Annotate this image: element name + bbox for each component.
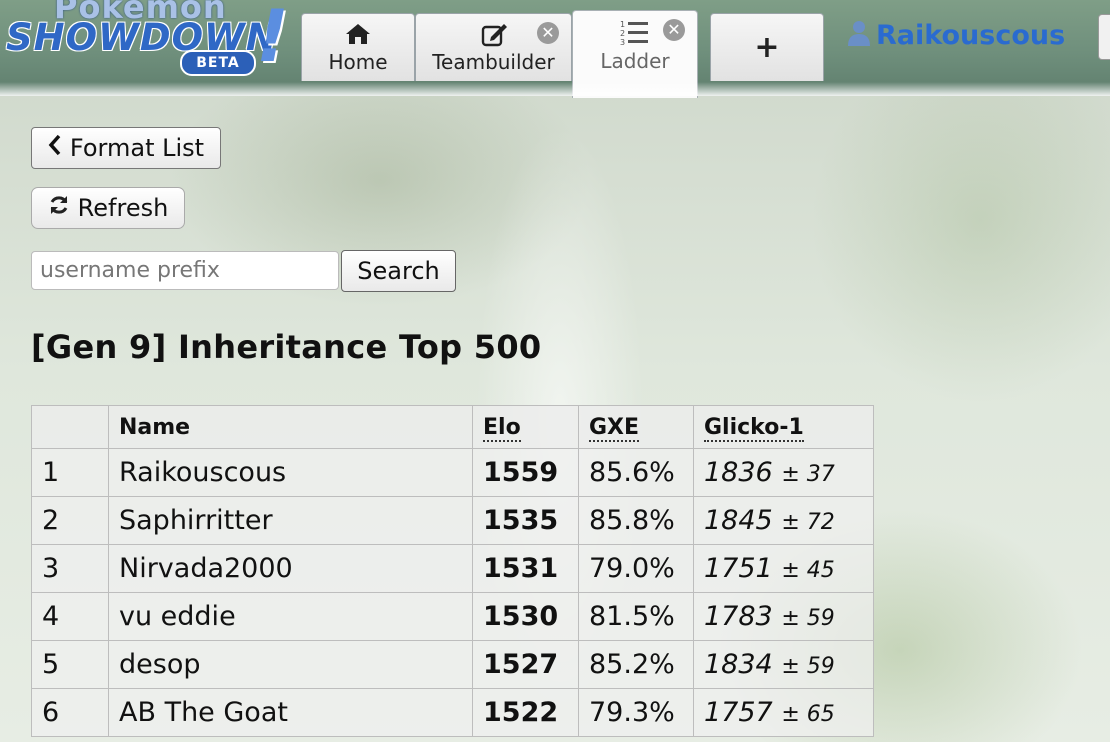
name-cell[interactable]: Raikouscous: [108, 448, 473, 497]
logo-beta-badge: BETA: [180, 50, 256, 76]
ladder-table: Name Elo GXE Glicko-1 1 Raikouscous 1559…: [31, 405, 874, 737]
close-icon[interactable]: ✕: [537, 22, 559, 44]
column-name: Name: [108, 405, 473, 449]
name-cell[interactable]: Nirvada2000: [108, 544, 473, 593]
table-row: 2 Saphirritter 1535 85.8% 1845 ± 72: [31, 496, 874, 545]
column-gxe[interactable]: GXE: [578, 405, 694, 449]
column-glicko[interactable]: Glicko-1: [693, 405, 874, 449]
elo-cell: 1531: [472, 544, 579, 593]
table-row: 3 Nirvada2000 1531 79.0% 1751 ± 45: [31, 544, 874, 593]
glicko-rating: 1751: [704, 553, 773, 584]
ladder-header-row: Name Elo GXE Glicko-1: [31, 405, 874, 449]
plus-icon: +: [754, 30, 780, 65]
rank-cell: 1: [31, 448, 109, 497]
column-name-label: Name: [119, 414, 191, 440]
name-cell[interactable]: AB The Goat: [108, 688, 473, 737]
glicko-cell: 1783 ± 59: [693, 592, 874, 641]
table-row: 6 AB The Goat 1522 79.3% 1757 ± 65: [31, 688, 874, 737]
glicko-deviation: ± 59: [781, 654, 835, 679]
tab-home[interactable]: Home: [301, 13, 415, 81]
glicko-cell: 1834 ± 59: [693, 640, 874, 689]
ladder-title: [Gen 9] Inheritance Top 500: [31, 328, 542, 366]
glicko-cell: 1845 ± 72: [693, 496, 874, 545]
elo-cell: 1527: [472, 640, 579, 689]
glicko-deviation: ± 59: [781, 606, 835, 631]
rank-cell: 4: [31, 592, 109, 641]
close-icon[interactable]: ✕: [663, 19, 685, 41]
refresh-button[interactable]: Refresh: [31, 187, 185, 229]
gxe-cell: 79.0%: [578, 544, 694, 593]
svg-text:2: 2: [620, 29, 625, 38]
column-gxe-label[interactable]: GXE: [589, 414, 640, 442]
showdown-logo[interactable]: Pokemon SHOWDOWN BETA !: [4, 0, 294, 78]
refresh-icon: [48, 194, 70, 222]
gxe-cell: 79.3%: [578, 688, 694, 737]
elo-cell: 1530: [472, 592, 579, 641]
column-elo-label[interactable]: Elo: [483, 414, 521, 442]
glicko-cell: 1757 ± 65: [693, 688, 874, 737]
elo-cell: 1559: [472, 448, 579, 497]
glicko-deviation: ± 72: [781, 510, 835, 535]
glicko-deviation: ± 65: [781, 702, 835, 727]
home-icon: [302, 22, 414, 48]
table-row: 5 desop 1527 85.2% 1834 ± 59: [31, 640, 874, 689]
glicko-rating: 1836: [704, 457, 773, 488]
rank-cell: 2: [31, 496, 109, 545]
column-elo[interactable]: Elo: [472, 405, 579, 449]
user-icon: [848, 20, 870, 53]
table-row: 4 vu eddie 1530 81.5% 1783 ± 59: [31, 592, 874, 641]
name-cell[interactable]: vu eddie: [108, 592, 473, 641]
gxe-cell: 85.8%: [578, 496, 694, 545]
format-list-label: Format List: [69, 134, 205, 162]
gxe-cell: 85.2%: [578, 640, 694, 689]
elo-cell: 1522: [472, 688, 579, 737]
username-prefix-input[interactable]: [31, 251, 339, 290]
elo-cell: 1535: [472, 496, 579, 545]
format-list-button[interactable]: Format List: [31, 127, 221, 169]
glicko-deviation: ± 45: [781, 558, 835, 583]
glicko-deviation: ± 37: [781, 462, 835, 487]
glicko-rating: 1834: [704, 649, 773, 680]
glicko-rating: 1783: [704, 601, 773, 632]
table-row: 1 Raikouscous 1559 85.6% 1836 ± 37: [31, 448, 874, 497]
gxe-cell: 85.6%: [578, 448, 694, 497]
column-glicko-label[interactable]: Glicko-1: [704, 414, 804, 442]
svg-text:1: 1: [620, 20, 625, 29]
name-cell[interactable]: desop: [108, 640, 473, 689]
glicko-rating: 1845: [704, 505, 773, 536]
settings-button[interactable]: [1098, 14, 1110, 60]
search-button[interactable]: Search: [341, 250, 456, 292]
gxe-cell: 81.5%: [578, 592, 694, 641]
name-cell[interactable]: Saphirritter: [108, 496, 473, 545]
glicko-rating: 1757: [704, 697, 773, 728]
tab-ladder[interactable]: 1 2 3 Ladder ✕: [572, 10, 698, 98]
tab-teambuilder[interactable]: Teambuilder ✕: [415, 13, 572, 81]
username-button[interactable]: Raikouscous: [848, 20, 1065, 53]
logo-exclamation: !: [256, 0, 289, 78]
refresh-label: Refresh: [77, 194, 169, 222]
column-rank: [31, 405, 109, 449]
tab-teambuilder-label: Teambuilder: [432, 50, 555, 74]
rank-cell: 5: [31, 640, 109, 689]
top-header: Pokemon SHOWDOWN BETA ! Home Teambuilder…: [0, 0, 1110, 98]
glicko-cell: 1836 ± 37: [693, 448, 874, 497]
username-label: Raikouscous: [876, 20, 1066, 51]
ladder-panel: Format List Refresh Search [Gen 9] Inher…: [0, 96, 1110, 742]
rank-cell: 3: [31, 544, 109, 593]
new-tab-button[interactable]: +: [710, 13, 824, 81]
chevron-left-icon: [48, 134, 62, 162]
svg-text:3: 3: [620, 38, 625, 47]
rank-cell: 6: [31, 688, 109, 737]
glicko-cell: 1751 ± 45: [693, 544, 874, 593]
tab-ladder-label: Ladder: [600, 49, 670, 73]
tab-home-label: Home: [328, 50, 388, 74]
